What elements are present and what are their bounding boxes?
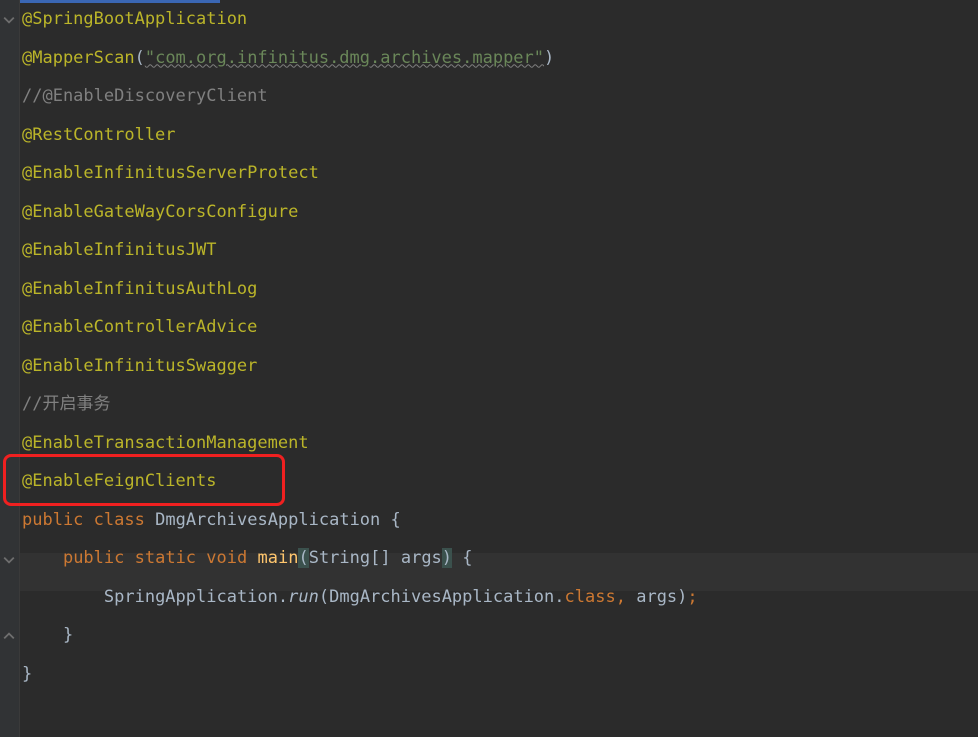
code-line[interactable]: @EnableInfinitusServerProtect [20,154,978,193]
keyword: class [94,510,145,530]
string-literal: "com.org.infinitus.dmg.archives.mapper" [145,48,544,68]
code-line[interactable]: } [20,655,978,694]
fold-marker-icon[interactable] [3,14,15,26]
param-type: String[] [309,548,391,568]
code-line[interactable]: @EnableInfinitusSwagger [20,347,978,386]
code-line[interactable]: } [20,616,978,655]
method-name: main [258,548,299,568]
keyword: public [63,548,124,568]
code-line[interactable]: @EnableInfinitusJWT [20,231,978,270]
code-line[interactable]: @EnableGateWayCorsConfigure [20,193,978,232]
keyword: static [135,548,196,568]
code-line[interactable]: @EnableInfinitusAuthLog [20,270,978,309]
fold-marker-icon[interactable] [3,554,15,566]
annotation: @MapperScan [22,48,135,68]
annotation: @EnableGateWayCorsConfigure [22,202,298,222]
annotation: @EnableInfinitusSwagger [22,356,257,376]
code-line[interactable]: public static void main(String[] args) { [20,539,978,578]
code-line[interactable]: @MapperScan("com.org.infinitus.dmg.archi… [20,39,978,78]
identifier: DmgArchivesApplication [329,587,554,607]
keyword: void [206,548,247,568]
keyword: class [565,587,616,607]
method-call: run [288,587,319,607]
fold-marker-icon[interactable] [3,630,15,642]
code-editor[interactable]: @SpringBootApplication @MapperScan("com.… [20,0,978,693]
annotation: @SpringBootApplication [22,9,247,29]
annotation: @RestController [22,125,176,145]
annotation: @EnableFeignClients [22,471,216,491]
identifier: SpringApplication [104,587,278,607]
code-line[interactable]: SpringApplication.run(DmgArchivesApplica… [20,578,978,617]
class-name: DmgArchivesApplication [155,510,380,530]
code-line[interactable]: @EnableFeignClients [20,462,978,501]
code-line[interactable]: @SpringBootApplication [20,0,978,39]
code-line[interactable]: @EnableTransactionManagement [20,424,978,463]
annotation: @EnableControllerAdvice [22,317,257,337]
code-line[interactable]: @EnableControllerAdvice [20,308,978,347]
code-line[interactable]: //@EnableDiscoveryClient [20,77,978,116]
keyword: public [22,510,83,530]
annotation: @EnableTransactionManagement [22,433,309,453]
identifier: args [636,587,677,607]
code-line[interactable]: public class DmgArchivesApplication { [20,501,978,540]
param-name: args [401,548,442,568]
code-line[interactable]: //开启事务 [20,385,978,424]
annotation: @EnableInfinitusAuthLog [22,279,257,299]
annotation: @EnableInfinitusServerProtect [22,163,319,183]
comment: //开启事务 [22,394,110,414]
comment: //@EnableDiscoveryClient [22,86,268,106]
annotation: @EnableInfinitusJWT [22,240,216,260]
code-line[interactable]: @RestController [20,116,978,155]
editor-gutter [0,0,20,737]
